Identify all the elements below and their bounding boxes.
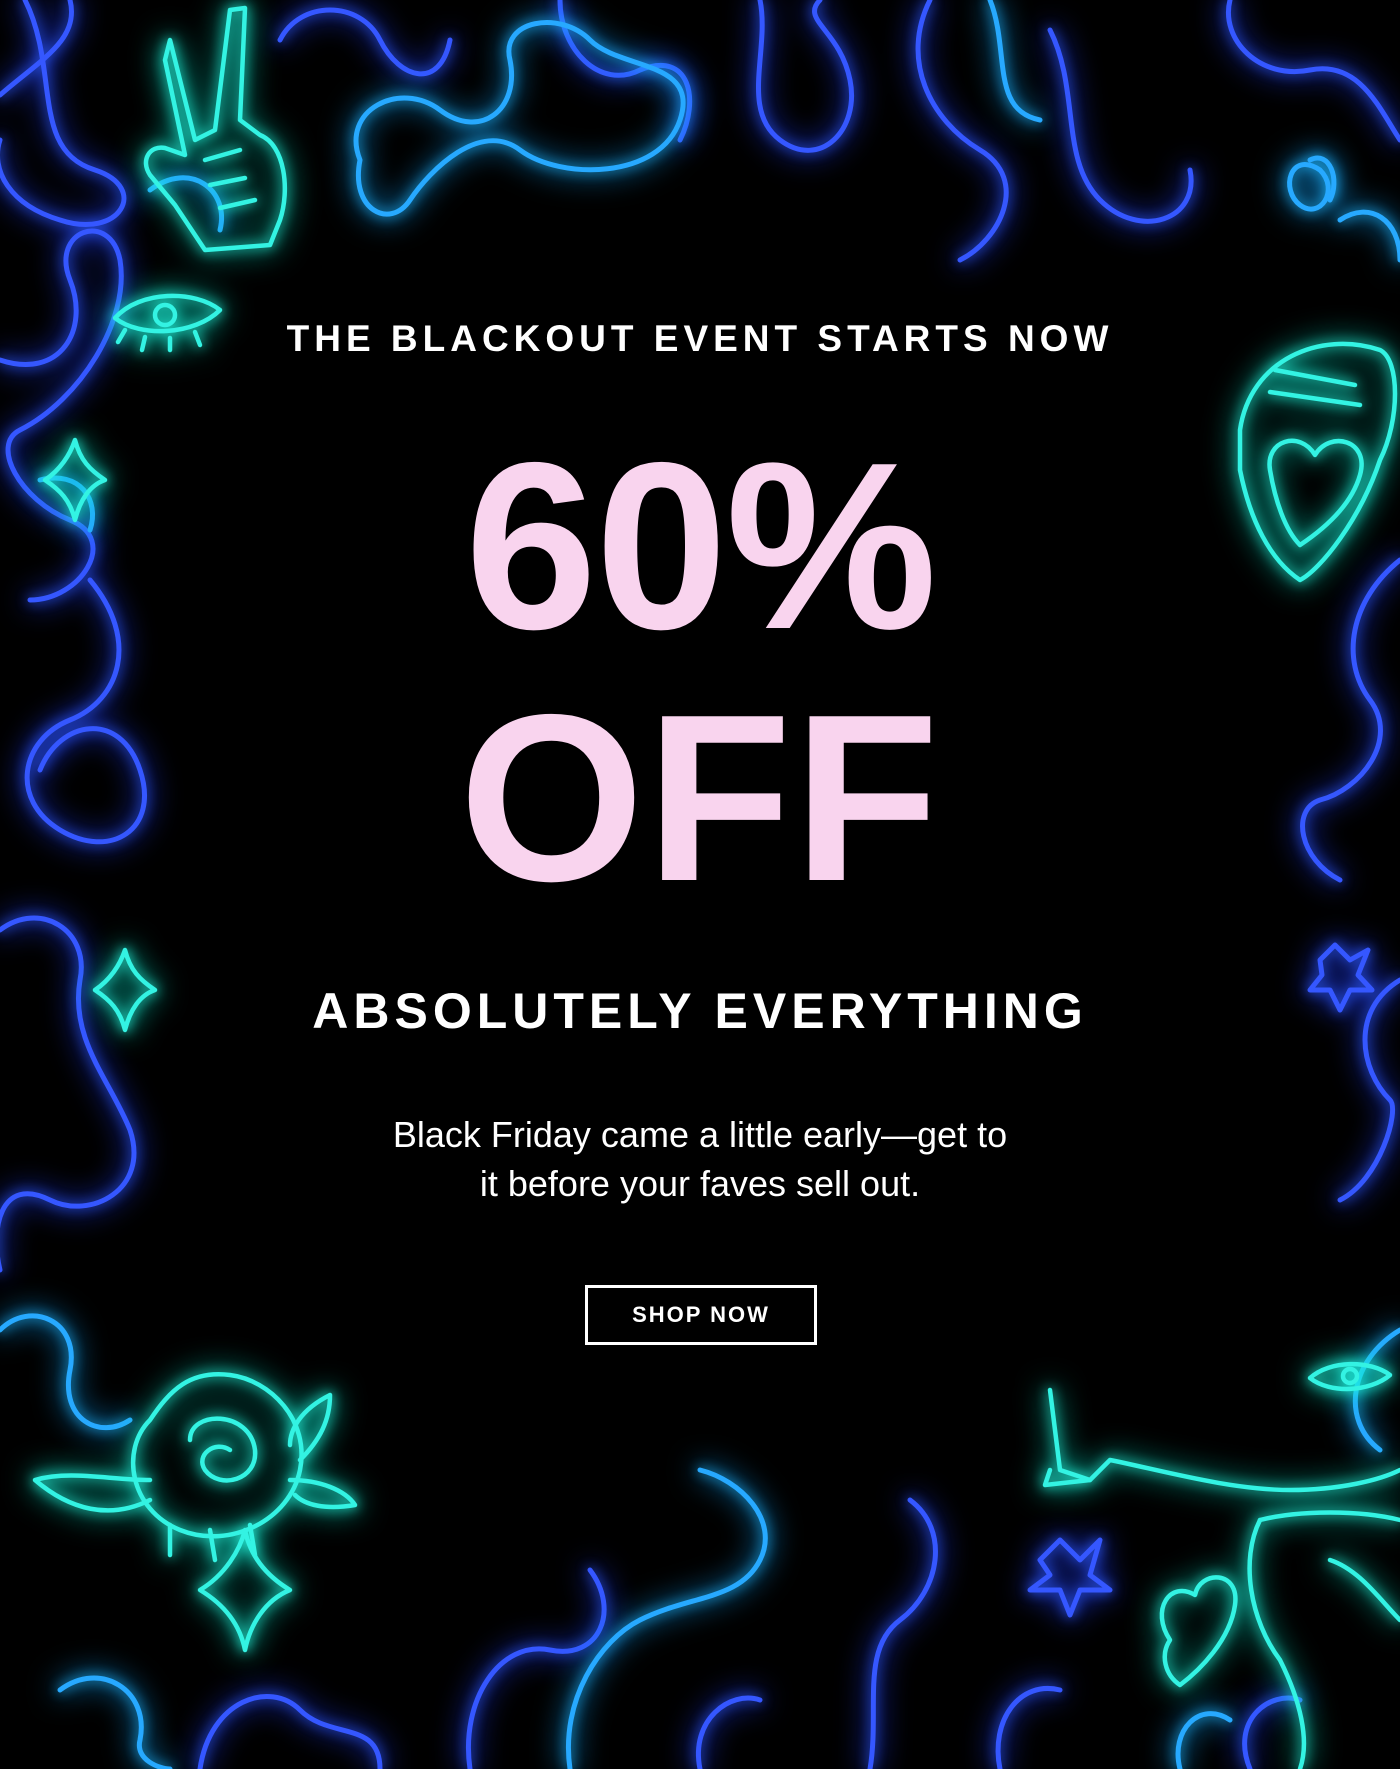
- body-line-1: Black Friday came a little early—get to: [392, 1114, 1008, 1155]
- discount-percent: 60%: [464, 414, 937, 679]
- body-copy: Black Friday came a little early—get to …: [350, 1110, 1050, 1208]
- subhead: ABSOLUTELY EVERYTHING: [312, 983, 1088, 1039]
- discount-off: OFF: [459, 666, 941, 931]
- promo-email: THE BLACKOUT EVENT STARTS NOW 60% OFF AB…: [0, 0, 1400, 1769]
- event-kicker: THE BLACKOUT EVENT STARTS NOW: [286, 318, 1114, 359]
- shop-now-button[interactable]: SHOP NOW: [585, 1285, 817, 1345]
- promo-content: THE BLACKOUT EVENT STARTS NOW 60% OFF AB…: [0, 0, 1400, 1769]
- body-line-2: it before your faves sell out.: [479, 1163, 921, 1204]
